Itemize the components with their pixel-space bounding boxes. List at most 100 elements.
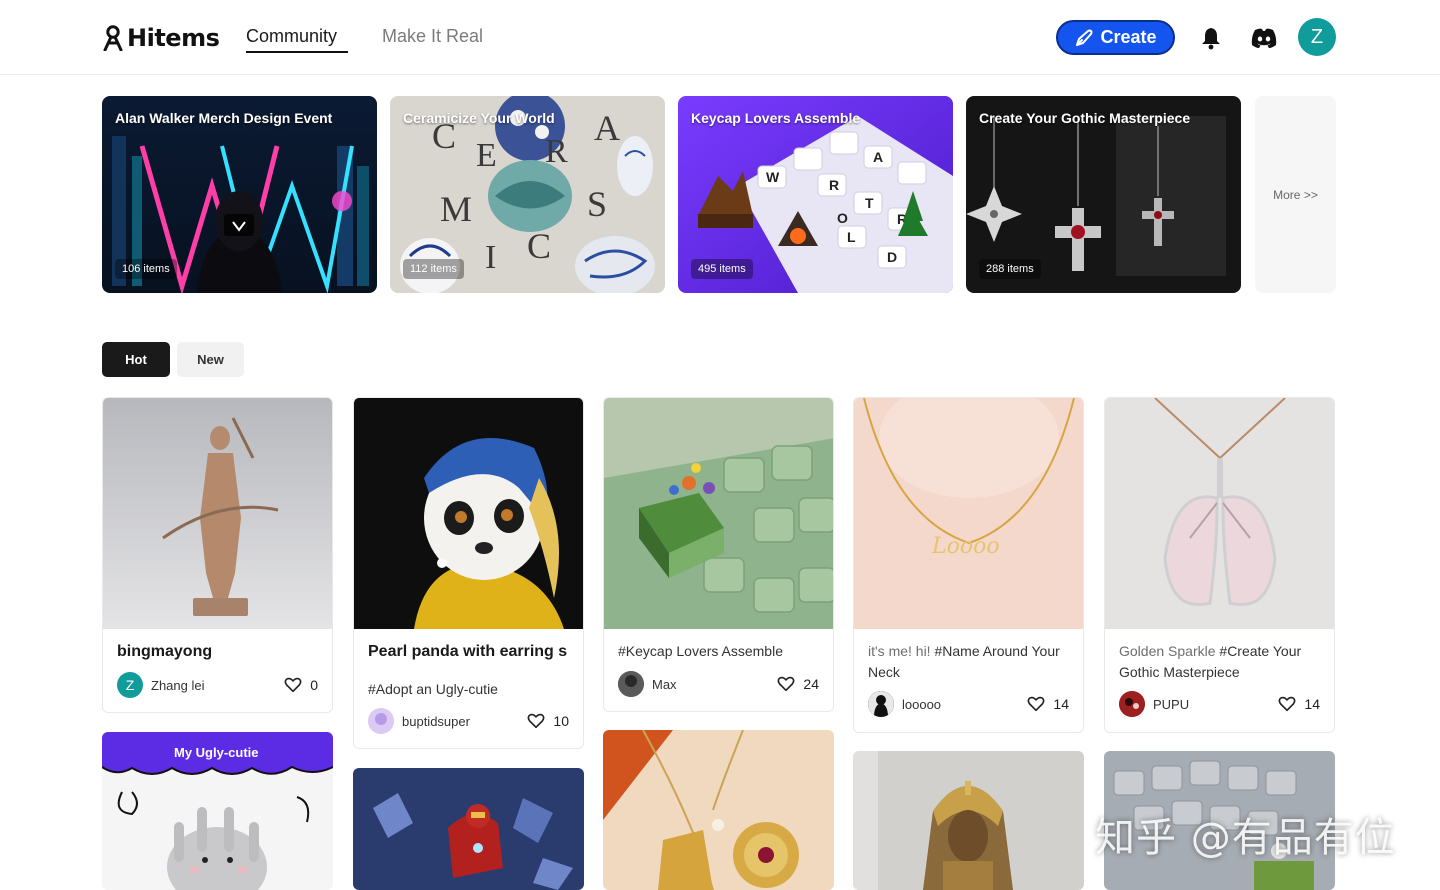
keycap-letter: A xyxy=(873,149,883,165)
author-avatar xyxy=(1119,691,1145,717)
like-count: 10 xyxy=(553,713,569,729)
ugly-cutie-image: My Ugly-cutie xyxy=(102,732,333,890)
nav-active-underline xyxy=(246,51,348,53)
keycap-letter: D xyxy=(887,249,897,265)
like-count: 24 xyxy=(803,676,819,692)
iron-man-image xyxy=(353,768,584,890)
like-button[interactable]: 0 xyxy=(284,672,318,698)
discord-icon xyxy=(1251,28,1277,48)
pen-icon xyxy=(1076,29,1093,46)
keycap-letter: L xyxy=(847,229,856,245)
heart-icon xyxy=(527,713,545,729)
keycap-letter: R xyxy=(829,177,839,193)
notifications-button[interactable] xyxy=(1197,24,1225,52)
user-initial: Z xyxy=(1310,25,1324,48)
item-card[interactable]: Loooo it's me! hi! #Name Around Your Nec… xyxy=(853,397,1084,733)
author-name: Zhang lei xyxy=(151,677,205,693)
ceramic-letter: E xyxy=(476,137,497,174)
item-description: it's me! hi! #Name Around Your Neck xyxy=(868,643,1060,680)
keycap-letter: O xyxy=(837,210,848,226)
banner-item-count: 495 items xyxy=(691,259,753,279)
banner-title: Create Your Gothic Masterpiece xyxy=(979,110,1191,126)
author-name: looooo xyxy=(902,696,942,712)
logo-text: Hitems xyxy=(127,24,220,52)
top-navbar: Hitems Community Make It Real Create Z xyxy=(0,0,1440,75)
item-card[interactable]: Pearl panda with earring s #Adopt an Ugl… xyxy=(353,397,584,749)
like-button[interactable]: 24 xyxy=(777,671,819,697)
logo-person-icon xyxy=(103,25,123,51)
ceramic-letter: A xyxy=(594,108,620,148)
bell-icon xyxy=(1202,28,1220,50)
ceramic-letter: C xyxy=(527,226,551,266)
ugly-cutie-banner-text: My Ugly-cutie xyxy=(174,745,259,760)
author-name: buptidsuper xyxy=(402,713,470,729)
create-button-label: Create xyxy=(1100,27,1157,47)
hitems-logo[interactable]: Hitems xyxy=(101,22,220,54)
like-button[interactable]: 14 xyxy=(1278,691,1320,717)
discord-button[interactable] xyxy=(1250,24,1278,52)
item-author[interactable]: Z Zhang lei xyxy=(117,672,204,698)
banner-title: Ceramicize Your World xyxy=(403,110,555,126)
banner-title: Keycap Lovers Assemble xyxy=(691,110,861,126)
more-events-link[interactable]: More >> xyxy=(1255,96,1336,293)
item-card[interactable]: bingmayong Z Zhang lei 0 xyxy=(102,397,333,713)
tab-new[interactable]: New xyxy=(177,342,244,377)
nav-make-it-real[interactable]: Make It Real xyxy=(382,26,483,47)
author-avatar xyxy=(868,691,894,717)
item-title: bingmayong xyxy=(117,643,213,660)
ceramic-letter: R xyxy=(545,133,568,170)
tab-hot[interactable]: Hot xyxy=(102,342,170,377)
like-button[interactable]: 14 xyxy=(1027,691,1069,717)
like-count: 14 xyxy=(1304,696,1320,712)
keycap-letter: T xyxy=(865,195,874,211)
item-card[interactable] xyxy=(603,730,834,890)
heart-icon xyxy=(284,677,302,693)
item-image xyxy=(604,398,833,629)
heart-icon xyxy=(1027,696,1045,712)
item-image xyxy=(354,398,583,629)
author-name: Max xyxy=(652,676,677,692)
item-tag[interactable]: #Adopt an Ugly-cutie xyxy=(368,679,573,700)
item-card[interactable] xyxy=(853,751,1084,890)
item-description: Golden Sparkle #Create Your Gothic Maste… xyxy=(1119,643,1302,680)
item-image xyxy=(103,398,332,629)
item-image xyxy=(1105,398,1334,629)
item-author[interactable]: PUPU xyxy=(1119,691,1189,717)
banner-title: Alan Walker Merch Design Event xyxy=(115,110,333,126)
author-name: PUPU xyxy=(1153,696,1190,712)
item-author[interactable]: buptidsuper xyxy=(368,708,470,734)
ceramic-letter: I xyxy=(485,239,496,276)
item-author[interactable]: looooo xyxy=(868,691,941,717)
like-count: 14 xyxy=(1053,696,1069,712)
pharaoh-image xyxy=(853,751,1084,890)
create-button[interactable]: Create xyxy=(1056,20,1175,55)
ceramic-letter: M xyxy=(440,189,472,229)
banner-item-count: 112 items xyxy=(403,259,464,279)
heart-icon xyxy=(1278,696,1296,712)
item-card[interactable]: #Keycap Lovers Assemble Max 24 xyxy=(603,397,834,712)
item-card[interactable]: My Ugly-cutie xyxy=(102,732,333,890)
gold-pendant-image xyxy=(603,730,834,890)
item-image: Loooo xyxy=(854,398,1083,629)
heart-icon xyxy=(777,676,795,692)
banner-item-count: 288 items xyxy=(979,259,1041,279)
like-count: 0 xyxy=(310,677,318,693)
banner-item-count: 106 items xyxy=(115,259,177,279)
item-card[interactable] xyxy=(353,768,584,890)
event-banner-gothic[interactable]: Create Your Gothic Masterpiece 288 items xyxy=(966,96,1241,293)
author-avatar: Z xyxy=(117,672,143,698)
event-banner-alan-walker[interactable]: Alan Walker Merch Design Event 106 items xyxy=(102,96,377,293)
ceramic-letter: S xyxy=(587,184,607,224)
event-banner-ceramicize[interactable]: C E R A M S I C Ceramicize Your World 11… xyxy=(390,96,665,293)
nav-community[interactable]: Community xyxy=(246,26,337,47)
event-banner-keycap[interactable]: W R O A T R L D Keycap Lovers Assemble 4… xyxy=(678,96,953,293)
item-tag[interactable]: #Keycap Lovers Assemble xyxy=(618,641,823,662)
user-avatar-button[interactable]: Z xyxy=(1298,18,1336,56)
like-button[interactable]: 10 xyxy=(527,708,569,734)
author-avatar xyxy=(618,671,644,697)
keycap-letter: W xyxy=(766,169,780,185)
author-avatar xyxy=(368,708,394,734)
item-author[interactable]: Max xyxy=(618,671,677,697)
item-title: Pearl panda with earring s xyxy=(368,643,568,660)
item-card[interactable]: Golden Sparkle #Create Your Gothic Maste… xyxy=(1104,397,1335,733)
